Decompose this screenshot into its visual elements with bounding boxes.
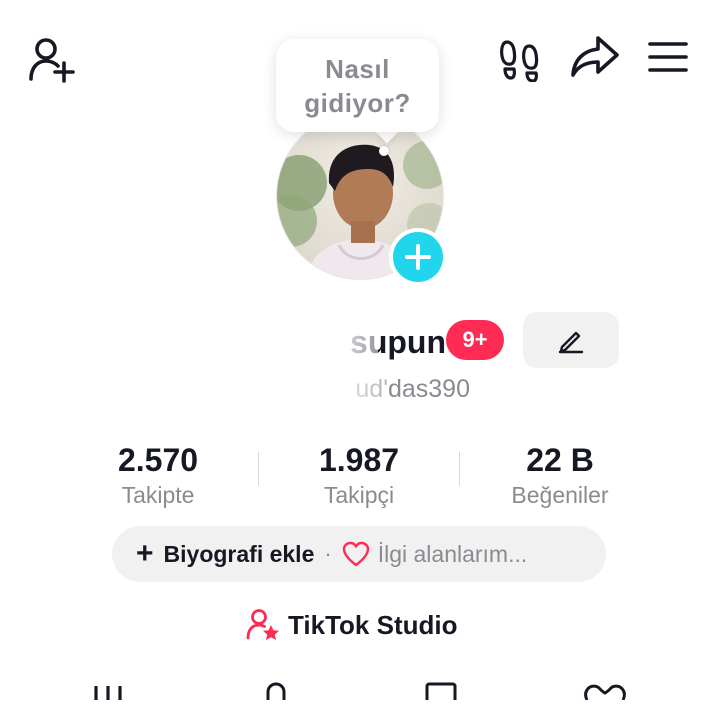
following-count: 2.570 bbox=[117, 442, 199, 478]
bubble-dot bbox=[379, 146, 389, 156]
following-label: Takipte bbox=[121, 482, 195, 508]
bio-separator: · bbox=[324, 541, 332, 566]
tiktok-studio-label: TikTok Studio bbox=[288, 609, 458, 640]
username-redaction bbox=[238, 372, 388, 406]
share-arrow-icon bbox=[571, 36, 619, 77]
grid-icon bbox=[94, 686, 122, 700]
likes-count: 22 B bbox=[526, 442, 594, 478]
stat-likes[interactable]: 22 B Beğeniler bbox=[460, 440, 660, 510]
interests-link[interactable]: İlgi alanlarım... bbox=[378, 541, 528, 568]
likes-label: Beğeniler bbox=[511, 482, 609, 508]
status-bubble-text: Nasıl gidiyor? bbox=[304, 53, 411, 118]
bookmark-icon bbox=[425, 682, 457, 700]
plus-icon bbox=[405, 244, 431, 270]
share-profile-button[interactable] bbox=[566, 30, 624, 84]
status-bubble[interactable]: Nasıl gidiyor? bbox=[276, 39, 439, 132]
tab-saved[interactable] bbox=[411, 680, 471, 700]
heart-icon bbox=[342, 541, 369, 567]
stat-following[interactable]: 2.570 Takipte bbox=[58, 440, 258, 510]
creator-star-icon bbox=[246, 609, 279, 640]
followers-count: 1.987 bbox=[318, 442, 400, 478]
heart-outline-icon bbox=[584, 684, 626, 701]
tab-private[interactable] bbox=[246, 680, 306, 700]
display-name-redaction bbox=[238, 316, 378, 366]
add-story-button[interactable] bbox=[389, 228, 447, 286]
bio-pill[interactable]: + Biyografi ekle · İlgi alanlarım... bbox=[112, 526, 606, 582]
lock-icon bbox=[266, 682, 286, 700]
stat-followers[interactable]: 1.987 Takipçi bbox=[259, 440, 459, 510]
edit-profile-button[interactable] bbox=[523, 312, 619, 368]
tiktok-studio-link[interactable]: TikTok Studio bbox=[246, 604, 457, 646]
tab-liked[interactable] bbox=[575, 680, 635, 701]
hamburger-menu-icon bbox=[648, 42, 688, 72]
footprints-icon bbox=[500, 40, 539, 82]
tab-videos[interactable] bbox=[80, 680, 140, 700]
menu-button[interactable] bbox=[642, 34, 694, 80]
pencil-icon bbox=[558, 331, 584, 354]
followers-label: Takipçi bbox=[323, 482, 395, 508]
add-friend-button[interactable] bbox=[24, 34, 80, 86]
add-bio-plus-icon: + bbox=[136, 537, 154, 570]
person-add-icon bbox=[29, 38, 75, 83]
profile-views-button[interactable] bbox=[494, 34, 546, 86]
add-bio-link[interactable]: Biyografi ekle bbox=[164, 541, 315, 568]
notification-badge[interactable]: 9+ bbox=[446, 320, 504, 360]
